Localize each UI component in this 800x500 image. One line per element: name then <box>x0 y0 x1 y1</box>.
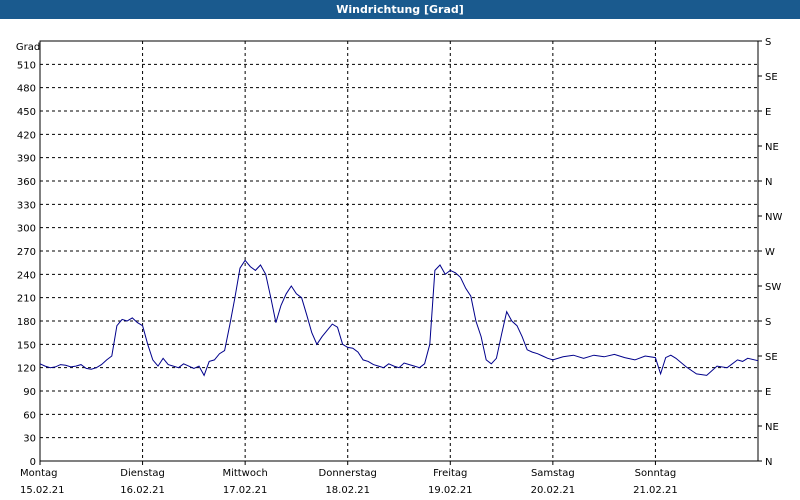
right-axis-label: SE <box>765 352 778 363</box>
right-axis-label: S <box>765 37 771 48</box>
y-tick-label: 360 <box>17 177 36 188</box>
y-tick-label: 450 <box>17 107 36 118</box>
plot-frame <box>39 40 759 462</box>
wind-direction-chart: 0 30 60 90 120 150 180 210 240 270 300 330 360 390 420… <box>16 37 783 496</box>
x-tick-date-label: 21.02.21 <box>633 485 678 496</box>
y-tick-label: 180 <box>17 317 36 328</box>
y-tick-label: 510 <box>17 60 36 71</box>
y-tick-label: 120 <box>17 364 36 375</box>
x-tick-date-label: 17.02.21 <box>223 485 268 496</box>
x-tick-day-label: Montag <box>20 468 57 479</box>
x-tick-day-label: Dienstag <box>120 468 165 479</box>
chart-title-bar: Windrichtung [Grad] <box>0 0 800 19</box>
x-axis: Montag 15.02.21 Dienstag 16.02.21 Mittwoch 17… <box>20 461 678 496</box>
right-axis-label: S <box>765 317 771 328</box>
x-tick-day-label: Mittwoch <box>222 468 267 479</box>
right-axis-label: E <box>765 387 771 398</box>
x-tick-day-label: Samstag <box>531 468 575 479</box>
chart-window: Windrichtung [Grad] 0 30 60 90 120 150 180 210 2… <box>0 0 800 500</box>
y-tick-label: 420 <box>17 130 36 141</box>
y-tick-label: 240 <box>17 270 36 281</box>
y-tick-label: 210 <box>17 294 36 305</box>
x-tick-date-label: 19.02.21 <box>428 485 473 496</box>
y-tick-label: 30 <box>23 434 36 445</box>
y-tick-label: 0 <box>30 457 36 468</box>
x-tick-date-label: 15.02.21 <box>20 485 65 496</box>
right-axis-label: N <box>765 177 772 188</box>
y-tick-label: 90 <box>23 387 36 398</box>
x-tick-date-label: 18.02.21 <box>325 485 370 496</box>
right-axis: N NE E SE S SW W NW N NE E SE S <box>758 37 782 468</box>
y-tick-label: 270 <box>17 247 36 258</box>
x-tick-day-label: Sonntag <box>635 468 677 479</box>
y-tick-label: 60 <box>23 410 36 421</box>
y-tick-label: 390 <box>17 154 36 165</box>
right-axis-label: SW <box>765 282 781 293</box>
x-tick-day-label: Donnerstag <box>319 468 377 479</box>
x-tick-date-label: 16.02.21 <box>120 485 165 496</box>
y-axis-label: Grad <box>16 42 40 53</box>
x-tick-date-label: 20.02.21 <box>531 485 576 496</box>
right-axis-label: NE <box>765 142 779 153</box>
right-axis-label: SE <box>765 72 778 83</box>
y-tick-label: 300 <box>17 224 36 235</box>
y-axis: 0 30 60 90 120 150 180 210 240 270 300 330 360 390 420… <box>17 60 36 468</box>
right-axis-label: NE <box>765 422 779 433</box>
x-tick-day-label: Freitag <box>433 468 467 479</box>
right-axis-label: W <box>765 247 775 258</box>
y-tick-label: 330 <box>17 200 36 211</box>
right-axis-label: NW <box>765 212 782 223</box>
right-axis-label: E <box>765 107 771 118</box>
y-tick-label: 150 <box>17 340 36 351</box>
right-axis-label: N <box>765 457 772 468</box>
y-tick-label: 480 <box>17 84 36 95</box>
